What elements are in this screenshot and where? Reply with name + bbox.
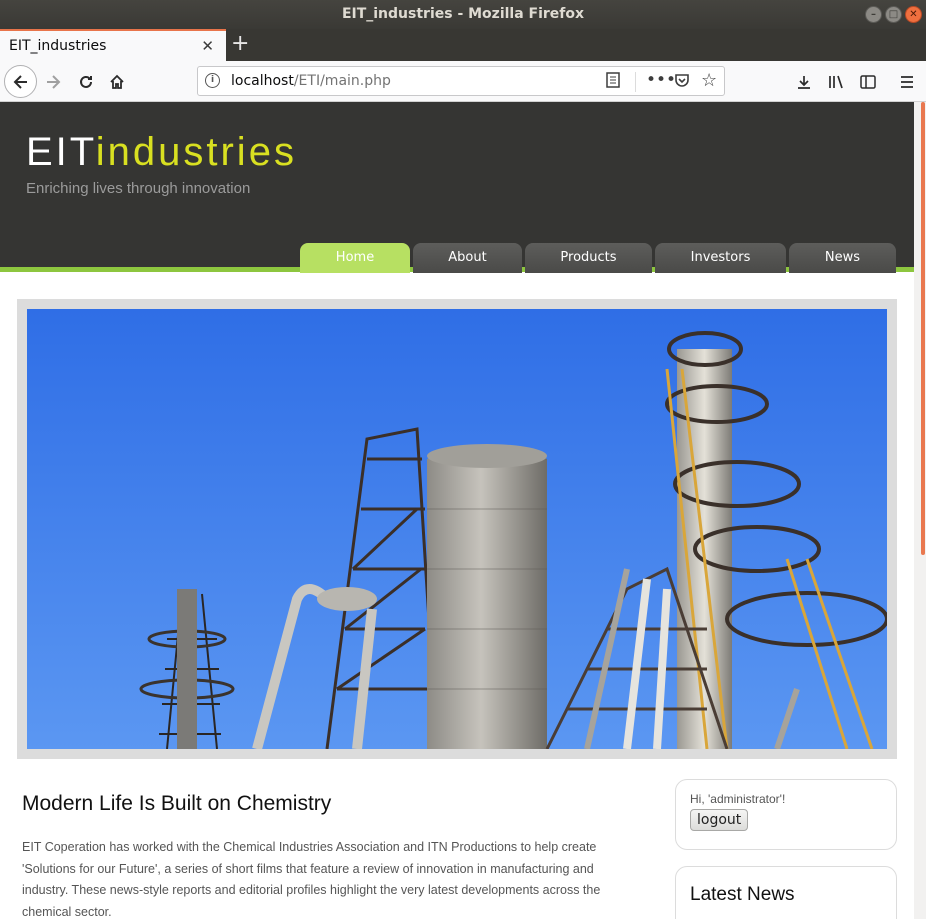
content-body: EIT Coperation has worked with the Chemi… xyxy=(22,840,601,919)
pocket-icon[interactable] xyxy=(674,72,690,92)
tab-close-icon[interactable]: ✕ xyxy=(201,37,214,55)
logo-text-eit: EIT xyxy=(26,130,96,174)
forward-button[interactable] xyxy=(38,67,68,97)
reader-view-icon[interactable] xyxy=(606,72,620,92)
home-icon xyxy=(110,74,124,89)
close-window-icon[interactable]: ✕ xyxy=(905,6,922,23)
info-icon[interactable]: i xyxy=(205,73,220,88)
downloads-button[interactable] xyxy=(789,67,819,97)
url-text[interactable]: localhost/ETI/main.php xyxy=(231,73,391,89)
site-logo[interactable]: EITindustries xyxy=(26,130,297,175)
main-menu: Home About Products Investors News xyxy=(300,243,896,273)
library-icon xyxy=(829,75,843,89)
latest-news-box: Latest News xyxy=(675,866,897,919)
back-arrow-icon xyxy=(13,74,27,89)
maximize-icon[interactable]: □ xyxy=(885,6,902,23)
home-button[interactable] xyxy=(102,67,132,97)
browser-tab[interactable]: EIT_industries ✕ xyxy=(0,29,226,61)
user-greeting: Hi, 'administrator'! xyxy=(690,792,786,806)
tab-title: EIT_industries xyxy=(9,38,107,54)
reload-icon xyxy=(80,75,92,88)
library-button[interactable] xyxy=(821,67,851,97)
window-title: EIT_industries - Mozilla Firefox xyxy=(341,6,585,22)
url-host: localhost xyxy=(231,73,294,89)
minimize-icon[interactable]: – xyxy=(865,6,882,23)
url-separator xyxy=(635,72,636,92)
logout-button[interactable]: logout xyxy=(690,809,749,831)
window-controls: – □ ✕ xyxy=(865,6,922,23)
menu-item-investors[interactable]: Investors xyxy=(655,243,786,273)
navigation-toolbar: i localhost/ETI/main.php ••• ☆ xyxy=(0,61,926,102)
new-tab-icon[interactable]: + xyxy=(231,31,249,56)
page-actions-icon[interactable]: ••• xyxy=(646,70,676,90)
menu-item-products[interactable]: Products xyxy=(525,243,652,273)
reload-button[interactable] xyxy=(71,67,101,97)
site-slogan: Enriching lives through innovation xyxy=(26,180,251,197)
download-icon xyxy=(798,76,810,89)
page-scrollbar[interactable] xyxy=(914,102,926,919)
hero-image xyxy=(27,309,887,749)
menu-item-home[interactable]: Home xyxy=(300,243,410,273)
logo-text-industries: industries xyxy=(95,130,297,174)
site-header: EITindustries Enriching lives through in… xyxy=(0,102,914,273)
hamburger-menu-icon xyxy=(901,76,913,88)
bookmark-star-icon[interactable]: ☆ xyxy=(701,70,717,91)
menu-button[interactable] xyxy=(892,67,922,97)
latest-news-title: Latest News xyxy=(690,884,795,905)
sidebar-icon xyxy=(860,75,876,89)
user-box: Hi, 'administrator'! logout xyxy=(675,779,897,850)
content-title: Modern Life Is Built on Chemistry xyxy=(22,792,332,815)
forward-arrow-icon xyxy=(47,75,61,89)
back-button[interactable] xyxy=(4,65,37,98)
tab-strip: EIT_industries ✕ + xyxy=(0,29,926,61)
url-path: /ETI/main.php xyxy=(293,73,391,89)
menu-item-news[interactable]: News xyxy=(789,243,896,273)
page-viewport: EITindustries Enriching lives through in… xyxy=(0,102,914,919)
window-titlebar: EIT_industries - Mozilla Firefox – □ ✕ xyxy=(0,0,926,29)
scrollbar-thumb[interactable] xyxy=(921,102,925,555)
hero-image-frame xyxy=(17,299,897,759)
url-bar[interactable]: i localhost/ETI/main.php ••• ☆ xyxy=(197,66,725,96)
menu-item-about[interactable]: About xyxy=(413,243,522,273)
sidebar-button[interactable] xyxy=(853,67,883,97)
